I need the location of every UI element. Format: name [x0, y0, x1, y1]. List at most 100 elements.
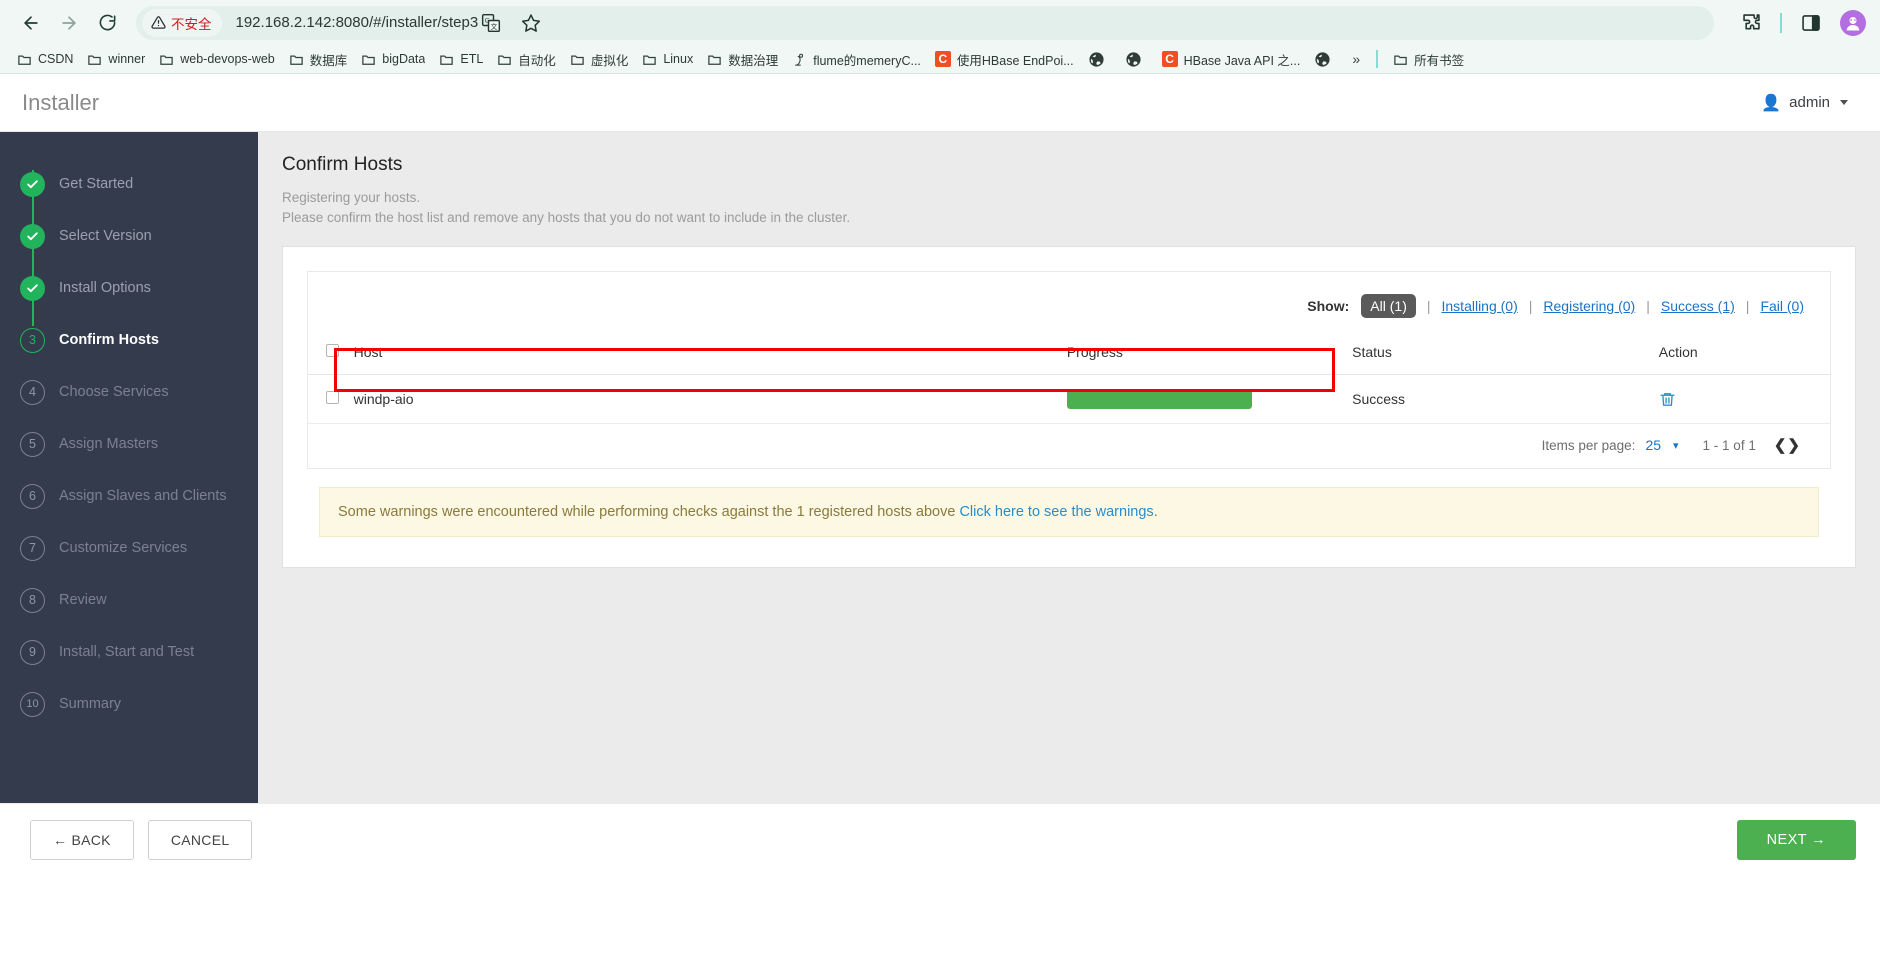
sidebar-step-number: 4 [20, 379, 45, 405]
paginator: Items per page: 25 ▾ 1 - 1 of 1 ❮ ❯ [308, 424, 1830, 468]
column-header-host: Host [353, 336, 1067, 375]
url-text[interactable]: 192.168.2.142:8080/#/installer/step3 [236, 14, 479, 31]
security-status-label: 不安全 [171, 16, 212, 32]
sidebar-step-confirm-hosts[interactable]: 3 Confirm Hosts [0, 314, 258, 366]
column-header-status: Status [1352, 336, 1659, 375]
filter-separator: | [1646, 298, 1650, 314]
items-per-page-select[interactable]: 25 [1645, 437, 1661, 453]
next-button[interactable]: NEXT → [1736, 819, 1856, 860]
chevron-left-icon[interactable]: ❮ [1774, 436, 1787, 454]
sidebar-step-customize-services[interactable]: 7 Customize Services [0, 522, 258, 574]
forward-arrow-icon[interactable] [52, 6, 86, 40]
column-header-action: Action [1658, 336, 1830, 375]
sidebar-step-review[interactable]: 8 Review [0, 574, 258, 626]
cell-host: windp-aio [353, 374, 1067, 424]
see-warnings-link[interactable]: Click here to see the warnings [959, 504, 1153, 520]
hosts-panel: Show: All (1) | Installing (0) | Registe… [307, 271, 1831, 469]
bookmark-item[interactable]: C 使用HBase EndPoi... [928, 47, 1081, 72]
table-row[interactable]: windp-aio Success [308, 374, 1830, 424]
bookmark-item[interactable] [1081, 48, 1118, 71]
sidebar-step-install-options[interactable]: Install Options [0, 262, 258, 314]
person-icon: 👤 [1761, 94, 1782, 112]
browser-chrome: 不安全 192.168.2.142:8080/#/installer/step3… [0, 0, 1880, 74]
profile-avatar[interactable] [1840, 9, 1866, 36]
sidebar-step-label: Confirm Hosts [59, 332, 159, 348]
select-all-checkbox[interactable] [326, 344, 339, 357]
side-panel-icon[interactable] [1798, 10, 1824, 36]
globe-icon [1315, 51, 1330, 67]
translate-icon[interactable]: G文 [478, 10, 504, 36]
bookmark-item[interactable]: bigData [354, 49, 432, 70]
folder-icon [88, 54, 102, 65]
puzzle-icon[interactable] [1738, 10, 1764, 36]
cancel-button[interactable]: CANCEL [147, 819, 253, 860]
security-status-chip[interactable]: 不安全 [142, 8, 222, 37]
sidebar-step-summary[interactable]: 10 Summary [0, 678, 258, 730]
hosts-table: Host Progress Status Action windp-aio Su… [308, 336, 1830, 424]
chevron-down-icon[interactable]: ▾ [1673, 439, 1679, 452]
bookmark-label: Linux [663, 52, 694, 66]
filter-installing[interactable]: Installing (0) [1442, 298, 1518, 314]
content-subtitle: Registering your hosts. Please confirm t… [282, 188, 1856, 228]
page-nav[interactable]: ❮ ❯ [1774, 436, 1800, 454]
sidebar-step-choose-services[interactable]: 4 Choose Services [0, 366, 258, 418]
filter-all[interactable]: All (1) [1361, 294, 1416, 318]
check-icon [20, 275, 45, 301]
sidebar-step-label: Get Started [59, 176, 134, 192]
row-checkbox[interactable] [326, 391, 339, 404]
bookmark-label: bigData [382, 52, 426, 66]
progress-bar-fill [1066, 389, 1252, 409]
sidebar-step-number: 8 [20, 587, 45, 613]
chevron-right-icon[interactable]: ❯ [1787, 436, 1800, 454]
filter-separator: | [1528, 298, 1533, 314]
bookmark-item[interactable]: 自动化 [490, 47, 563, 72]
sidebar-step-number: 9 [20, 639, 45, 665]
bookmark-item[interactable]: web-devops-web [152, 49, 282, 70]
sidebar-step-assign-slaves[interactable]: 6 Assign Slaves and Clients [0, 470, 258, 522]
bookmark-item[interactable]: CSDN [10, 49, 80, 70]
user-menu-button[interactable]: 👤 admin [1751, 87, 1858, 119]
filter-separator: | [1426, 298, 1431, 314]
trash-icon[interactable] [1659, 391, 1830, 408]
bookmark-item[interactable]: C HBase Java API 之... [1155, 47, 1308, 72]
bookmark-item[interactable]: winner [80, 49, 152, 70]
all-bookmarks-button[interactable]: 所有书签 [1386, 47, 1471, 72]
csdn-icon: C [934, 51, 951, 67]
bookmark-item[interactable]: Linux [635, 49, 700, 70]
back-button[interactable]: ← BACK [30, 819, 134, 860]
all-bookmarks-label: 所有书签 [1414, 53, 1465, 68]
bookmark-item[interactable] [1307, 48, 1344, 71]
select-all-header[interactable] [308, 336, 354, 375]
row-select-cell[interactable] [308, 374, 354, 424]
globe-icon [1126, 51, 1141, 67]
check-icon [20, 171, 45, 197]
sidebar-step-label: Assign Slaves and Clients [59, 488, 227, 504]
bookmark-item[interactable]: 虚拟化 [563, 47, 636, 72]
star-icon[interactable] [518, 10, 544, 36]
reload-icon[interactable] [90, 6, 124, 40]
sidebar-step-install-start-test[interactable]: 9 Install, Start and Test [0, 626, 258, 678]
cell-action[interactable] [1658, 374, 1830, 424]
sidebar-step-label: Choose Services [59, 384, 169, 400]
bookmark-label: HBase Java API 之... [1183, 53, 1301, 68]
subtitle-line-2: Please confirm the host list and remove … [282, 210, 851, 225]
show-label: Show: [1307, 298, 1350, 314]
sidebar-step-select-version[interactable]: Select Version [0, 210, 258, 262]
filter-success[interactable]: Success (1) [1661, 298, 1735, 314]
content-title: Confirm Hosts [282, 154, 403, 175]
bookmark-item[interactable]: ETL [432, 49, 490, 70]
bookmarks-overflow-button[interactable]: » [1344, 48, 1368, 70]
back-arrow-icon[interactable] [14, 6, 48, 40]
sidebar-step-label: Select Version [59, 228, 152, 244]
address-bar[interactable]: 不安全 192.168.2.142:8080/#/installer/step3… [136, 5, 1714, 40]
filter-registering[interactable]: Registering (0) [1543, 298, 1635, 314]
bookmark-item[interactable]: 数据库 [282, 47, 355, 72]
bookmark-item[interactable] [1118, 48, 1155, 71]
sidebar-step-get-started[interactable]: Get Started [0, 158, 258, 210]
chevron-down-icon [1840, 100, 1848, 105]
folder-icon [498, 54, 512, 65]
sidebar-step-assign-masters[interactable]: 5 Assign Masters [0, 418, 258, 470]
bookmark-item[interactable]: flume的memeryC... [785, 47, 928, 72]
filter-fail[interactable]: Fail (0) [1760, 298, 1804, 314]
bookmark-item[interactable]: 数据治理 [700, 47, 785, 72]
